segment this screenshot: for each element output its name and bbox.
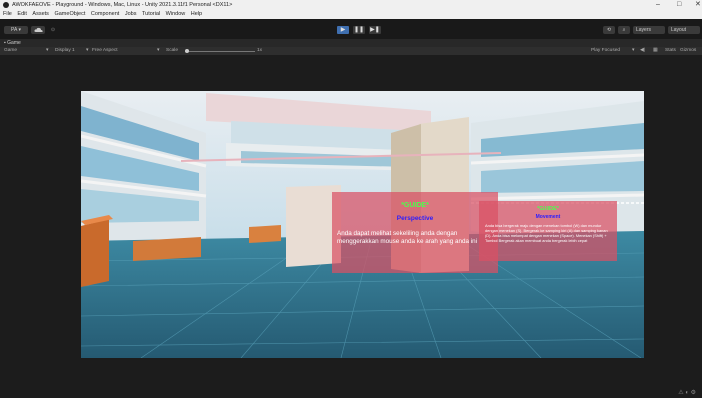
perspective-guide-heading: *GUIDE*: [401, 202, 429, 209]
close-button[interactable]: ✕: [695, 0, 701, 10]
scale-slider-track[interactable]: [185, 50, 255, 52]
cloud-button[interactable]: [31, 26, 45, 34]
movement-guide-panel: *GUIDE* Movement Anda bisa bergerak maju…: [479, 201, 617, 261]
step-button[interactable]: ▶❚: [369, 26, 381, 34]
game-mode-dropdown[interactable]: Game: [4, 47, 17, 55]
menu-help[interactable]: Help: [191, 11, 202, 17]
play-button[interactable]: ▶: [337, 26, 349, 34]
menu-edit[interactable]: Edit: [17, 11, 26, 17]
minimize-button[interactable]: –: [656, 0, 660, 10]
menu-jobs[interactable]: Jobs: [125, 11, 137, 17]
perspective-guide-panel: *GUIDE* Perspective Anda dapat melihat s…: [332, 192, 498, 273]
scale-value: 1x: [257, 48, 263, 53]
play-focused-dropdown[interactable]: Play Focused: [591, 47, 620, 55]
history-button[interactable]: ⟲: [603, 26, 615, 34]
tab-game[interactable]: Game: [7, 40, 21, 46]
layers-dropdown[interactable]: Layers: [633, 26, 665, 34]
history-icon: ⟲: [606, 27, 612, 33]
gizmos-toggle[interactable]: Gizmos: [680, 47, 696, 55]
chevron-down-icon: ▾: [46, 48, 49, 53]
main-toolbar: PA ▾ ⊙ ▶ ❚❚ ▶❚ ⟲ ⌕ Layers Layout: [0, 19, 702, 39]
unity-logo-icon: [3, 2, 9, 8]
menu-window[interactable]: Window: [166, 11, 186, 17]
movement-guide-title: Movement: [535, 214, 561, 220]
chevron-down-icon: ▾: [632, 48, 635, 53]
window-title-bar: AWOKFAEOVE - Playground - Windows, Mac, …: [0, 0, 702, 10]
menu-component[interactable]: Component: [91, 11, 119, 17]
layers-label: Layers: [636, 27, 652, 33]
game-tab-icon: ▪: [4, 40, 6, 46]
display-dropdown[interactable]: Display 1: [55, 47, 75, 55]
movement-guide-heading: *GUIDE*: [537, 206, 559, 212]
perspective-guide-body: Anda dapat melihat sekeliling anda denga…: [337, 230, 478, 245]
console-icon[interactable]: ⚠: [678, 390, 683, 396]
menu-tutorial[interactable]: Tutorial: [142, 11, 160, 17]
game-scene[interactable]: *GUIDE* Perspective Anda dapat melihat s…: [81, 91, 644, 358]
search-icon: ⌕: [622, 27, 626, 33]
game-viewport[interactable]: *GUIDE* Perspective Anda dapat melihat s…: [0, 55, 702, 398]
menu-bar: File Edit Assets GameObject Component Jo…: [0, 10, 702, 19]
layout-dropdown[interactable]: Layout: [668, 26, 700, 34]
viewport-status-icons: ⚠ ◐ ⚙: [678, 389, 696, 396]
screen-icon[interactable]: ▦: [653, 47, 658, 55]
progress-icon[interactable]: ◐: [685, 390, 689, 396]
stats-toggle[interactable]: Stats: [665, 47, 676, 55]
pause-button[interactable]: ❚❚: [353, 26, 365, 34]
search-button[interactable]: ⌕: [618, 26, 630, 34]
perspective-guide-title: Perspective: [396, 215, 434, 222]
layout-label: Layout: [671, 27, 687, 33]
collab-icon: ⊙: [50, 27, 56, 33]
chevron-down-icon: ▾: [86, 48, 89, 53]
account-dropdown[interactable]: PA ▾: [4, 26, 28, 34]
menu-gameobject[interactable]: GameObject: [54, 11, 85, 17]
play-icon: ▶: [340, 27, 346, 33]
movement-guide-body: Anda bisa bergerak maju dengan menekan t…: [485, 223, 608, 243]
step-icon: ▶❚: [370, 27, 380, 33]
window-title: AWOKFAEOVE - Playground - Windows, Mac, …: [12, 2, 233, 8]
cloud-icon: [33, 27, 43, 32]
aspect-dropdown[interactable]: Free Aspect: [92, 47, 118, 55]
mute-audio-icon[interactable]: ◀): [640, 47, 645, 55]
collab-button[interactable]: ⊙: [48, 26, 58, 34]
menu-file[interactable]: File: [3, 11, 12, 17]
maximize-button[interactable]: □: [677, 0, 681, 10]
game-view-toolbar: Game ▾ Display 1 ▾ Free Aspect ▾ Scale 1…: [0, 47, 702, 55]
pause-icon: ❚❚: [353, 27, 365, 33]
debug-icon[interactable]: ⚙: [691, 390, 696, 396]
chevron-down-icon: ▾: [157, 48, 160, 53]
tab-bar: ▪ Game: [0, 39, 702, 47]
menu-assets[interactable]: Assets: [32, 11, 49, 17]
account-label: PA ▾: [11, 27, 21, 33]
scale-label: Scale: [166, 48, 178, 53]
scale-slider-thumb[interactable]: [185, 49, 189, 53]
